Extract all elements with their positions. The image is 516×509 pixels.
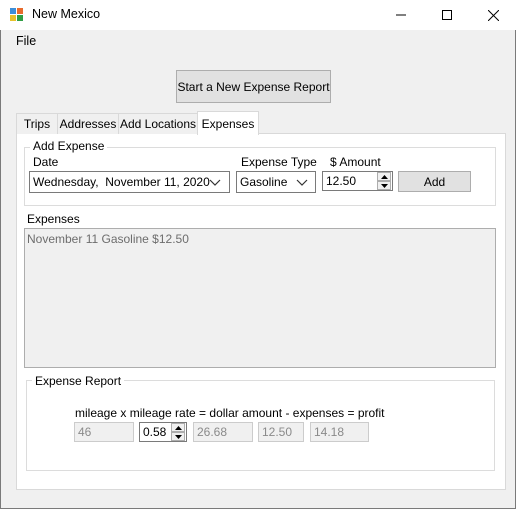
expenses-label: Expenses [27, 212, 80, 226]
tab-expenses[interactable]: Expenses [197, 111, 259, 135]
maximize-button[interactable] [424, 0, 470, 30]
start-new-report-button[interactable]: Start a New Expense Report [176, 70, 331, 103]
report-formula: mileage x mileage rate = dollar amount -… [75, 406, 385, 420]
tab-add-locations[interactable]: Add Locations [118, 113, 198, 134]
amount-value: 12.50 [326, 174, 357, 188]
expense-report-legend: Expense Report [32, 374, 125, 388]
chevron-down-icon[interactable] [209, 176, 221, 188]
date-label: Date [33, 155, 59, 169]
app-icon [10, 8, 24, 21]
spin-up-icon[interactable] [377, 172, 391, 181]
minimize-button[interactable] [378, 0, 424, 30]
date-value: Wednesday, November 11, 2020 [33, 175, 210, 189]
minimize-icon [396, 14, 406, 16]
spin-down-icon[interactable] [377, 181, 391, 190]
mileage-field: 46 [74, 422, 134, 442]
profit-field: 14.18 [310, 422, 369, 442]
spin-down-icon[interactable] [171, 432, 185, 441]
window-title: New Mexico [32, 7, 101, 21]
close-button[interactable] [470, 0, 516, 30]
menu-file[interactable]: File [16, 34, 36, 48]
menu-bar [1, 30, 515, 52]
expense-type-value: Gasoline [240, 175, 288, 189]
date-picker[interactable]: Wednesday, November 11, 2020 [29, 171, 230, 193]
tab-addresses[interactable]: Addresses [57, 113, 119, 134]
expenses-total-field: 12.50 [258, 422, 304, 442]
expense-type-label: Expense Type [241, 155, 317, 169]
list-item[interactable]: November 11 Gasoline $12.50 [27, 232, 189, 246]
chevron-down-icon[interactable] [296, 176, 308, 188]
amount-label: $ Amount [330, 155, 381, 169]
expenses-list[interactable] [24, 228, 496, 368]
dollar-amount-field: 26.68 [193, 422, 253, 442]
maximize-icon [442, 10, 452, 20]
tab-trips[interactable]: Trips [16, 113, 58, 134]
close-icon [487, 9, 499, 21]
mileage-rate-value: 0.58 [143, 425, 167, 439]
spin-up-icon[interactable] [171, 423, 185, 432]
add-expense-button[interactable]: Add [398, 171, 471, 192]
add-expense-legend: Add Expense [30, 139, 108, 153]
